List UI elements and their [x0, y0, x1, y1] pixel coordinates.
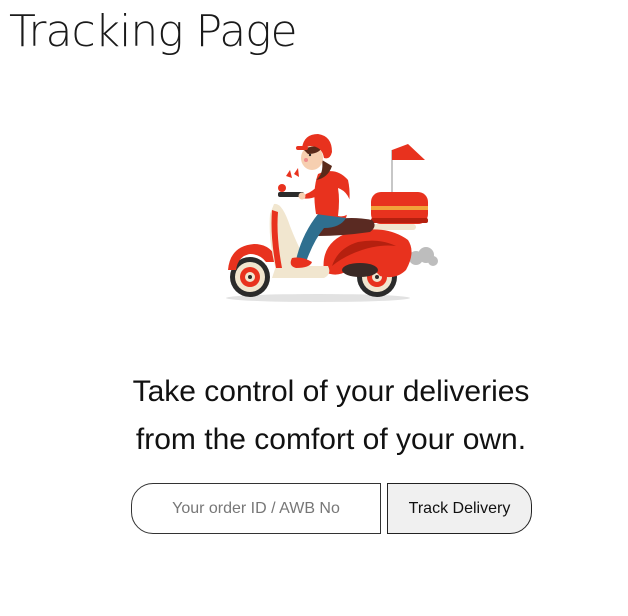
delivery-scooter-illustration — [226, 134, 438, 302]
tracking-form: Track Delivery — [131, 483, 533, 535]
track-delivery-button[interactable]: Track Delivery — [387, 483, 532, 534]
engine-cover — [342, 263, 378, 277]
exhaust-smoke-icon — [409, 247, 438, 266]
tagline: Take control of your deliveries from the… — [0, 368, 628, 464]
delivery-box-icon — [371, 192, 428, 224]
flag-icon — [391, 144, 425, 196]
tagline-line-2: from the comfort of your own. — [135, 423, 527, 456]
page-title: Tracking Page — [9, 6, 298, 57]
tagline-line-1: Take control of your deliveries — [132, 375, 530, 408]
rear-rack — [370, 224, 416, 230]
handlebar — [278, 168, 304, 197]
rider-hand — [298, 192, 306, 200]
order-id-input[interactable] — [131, 483, 381, 534]
